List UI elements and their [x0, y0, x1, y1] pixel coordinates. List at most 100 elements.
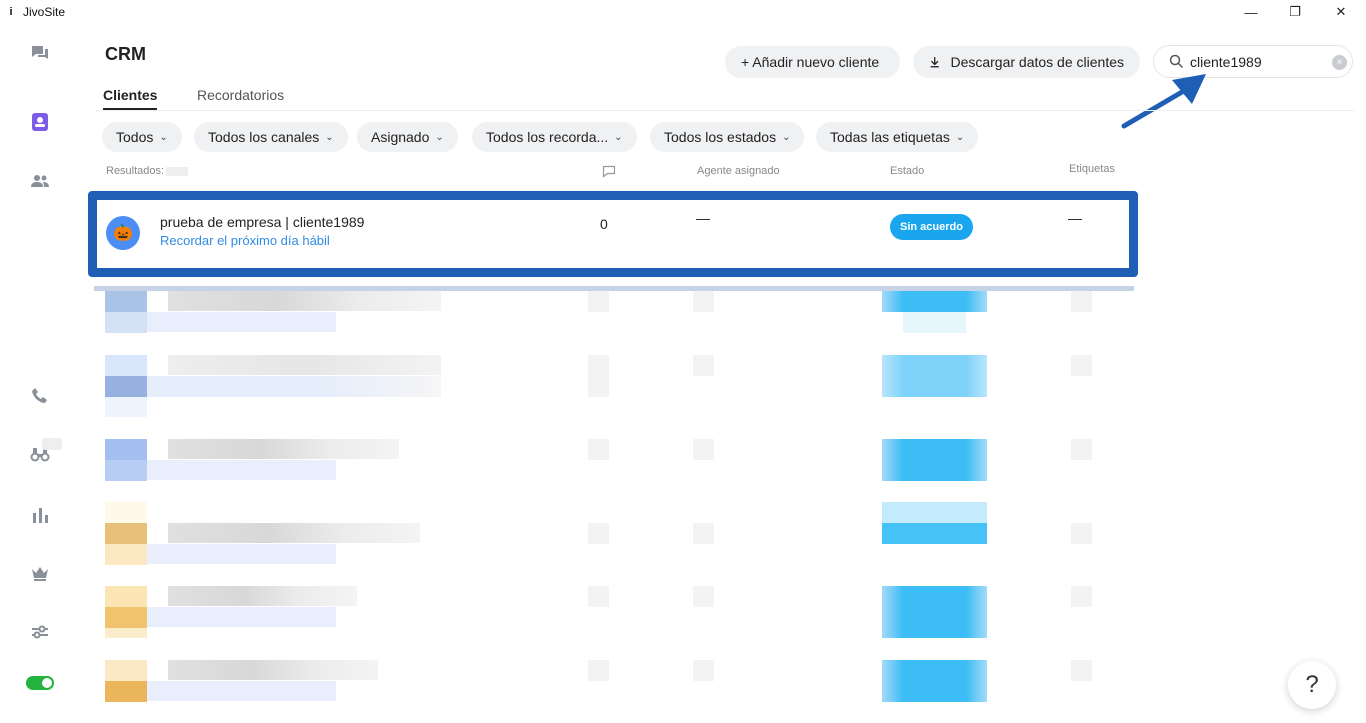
tab-reminders[interactable]: Recordatorios [197, 87, 284, 103]
list-item [147, 312, 336, 332]
clear-search-icon[interactable]: × [1332, 55, 1347, 70]
notification-badge [42, 438, 62, 450]
col-agent: Agente asignado [697, 165, 780, 177]
settings-sliders-icon[interactable] [24, 616, 56, 648]
status-badge[interactable]: Sin acuerdo [890, 214, 973, 240]
minimize-button[interactable]: — [1228, 0, 1274, 24]
chat-count: 0 [600, 216, 608, 232]
filter-label: Todos los canales [208, 129, 320, 145]
list-item [105, 586, 147, 628]
search-input[interactable] [1190, 53, 1330, 70]
page-title: CRM [105, 44, 146, 64]
crm-icon[interactable] [24, 106, 56, 138]
list-item [1071, 586, 1092, 607]
title-bar: i JivoSite [0, 0, 1366, 24]
download-clients-label: Descargar datos de clientes [950, 54, 1124, 70]
chevron-down-icon: ⌄ [782, 131, 791, 143]
list-item [588, 291, 609, 312]
filter-channels[interactable]: Todos los canales ⌄ [194, 122, 348, 152]
close-window-button[interactable]: ✕ [1318, 0, 1364, 24]
filter-label: Todos los recorda... [486, 129, 609, 145]
sidebar [0, 24, 80, 723]
chevron-down-icon: ⌄ [955, 131, 965, 143]
list-item [1071, 660, 1092, 681]
online-status-toggle[interactable] [26, 676, 54, 690]
list-item [693, 660, 714, 681]
list-item [168, 355, 441, 375]
list-item [882, 439, 987, 481]
team-icon[interactable] [24, 165, 56, 197]
list-item [147, 376, 441, 397]
search-icon [1169, 54, 1184, 69]
filter-tags[interactable]: Todas las etiquetas ⌄ [816, 122, 979, 152]
list-item [105, 502, 147, 523]
download-clients-button[interactable]: Descargar datos de clientes [913, 46, 1140, 78]
client-tags: — [1068, 210, 1082, 226]
list-item [105, 355, 147, 397]
list-item [168, 291, 441, 311]
chevron-down-icon: ⌄ [325, 131, 334, 143]
app-window: i JivoSite — ❐ ✕ CRM + Añadir nuevo clie… [0, 0, 1366, 723]
app-icon: i [9, 6, 13, 18]
list-item [168, 660, 378, 680]
list-item [168, 586, 357, 606]
maximize-button[interactable]: ❐ [1272, 0, 1318, 24]
filter-reminders[interactable]: Todos los recorda... ⌄ [472, 122, 637, 152]
phone-icon[interactable] [24, 380, 56, 412]
list-item [693, 291, 714, 312]
list-item [105, 291, 147, 333]
list-item [882, 502, 987, 544]
client-name[interactable]: prueba de empresa | cliente1989 [160, 214, 364, 230]
results-count-blur [166, 167, 188, 176]
list-item [1071, 291, 1092, 312]
window-title: JivoSite [23, 5, 66, 19]
chevron-down-icon: ⌄ [614, 131, 623, 143]
list-item [147, 544, 336, 564]
list-item [147, 460, 336, 480]
download-icon [930, 57, 939, 68]
statistics-icon[interactable] [24, 499, 56, 531]
chats-icon[interactable] [24, 37, 56, 69]
list-item [693, 523, 714, 544]
list-item [882, 291, 987, 312]
chevron-down-icon: ⌄ [435, 131, 444, 143]
filter-assigned[interactable]: Asignado ⌄ [357, 122, 458, 152]
filter-all[interactable]: Todos ⌄ [102, 122, 182, 152]
filter-label: Asignado [371, 129, 430, 145]
client-avatar: 🎃 [106, 216, 140, 250]
assigned-agent: — [696, 210, 710, 226]
list-item [588, 439, 609, 460]
chat-count-icon [602, 165, 616, 178]
tabs-divider [96, 110, 1354, 111]
filter-label: Todas las etiquetas [830, 129, 950, 145]
client-reminder-link[interactable]: Recordar el próximo día hábil [160, 233, 330, 248]
filter-label: Todos [116, 129, 154, 145]
tab-clients[interactable]: Clientes [103, 87, 158, 110]
crown-icon[interactable] [24, 557, 56, 589]
list-item [588, 355, 609, 397]
filter-states[interactable]: Todos los estados ⌄ [650, 122, 805, 152]
col-status: Estado [890, 165, 925, 177]
arrow-annotation [1121, 74, 1206, 129]
list-item [882, 660, 987, 702]
list-item [168, 439, 399, 459]
list-item [147, 607, 336, 627]
list-item [1071, 523, 1092, 544]
col-tags: Etiquetas [1069, 163, 1115, 175]
list-item [105, 439, 147, 481]
help-button[interactable]: ? [1288, 661, 1336, 709]
list-item [105, 523, 147, 565]
list-item [693, 586, 714, 607]
list-item [882, 355, 987, 397]
add-client-button[interactable]: + Añadir nuevo cliente [725, 46, 900, 78]
filter-label: Todos los estados [664, 129, 777, 145]
list-item [588, 523, 609, 544]
list-item [105, 397, 147, 417]
results-label: Resultados: [106, 165, 165, 177]
list-item [693, 439, 714, 460]
list-item [882, 586, 987, 638]
list-item [147, 681, 336, 701]
list-item [588, 660, 609, 681]
chevron-down-icon: ⌄ [159, 131, 168, 143]
list-item [1071, 439, 1092, 460]
